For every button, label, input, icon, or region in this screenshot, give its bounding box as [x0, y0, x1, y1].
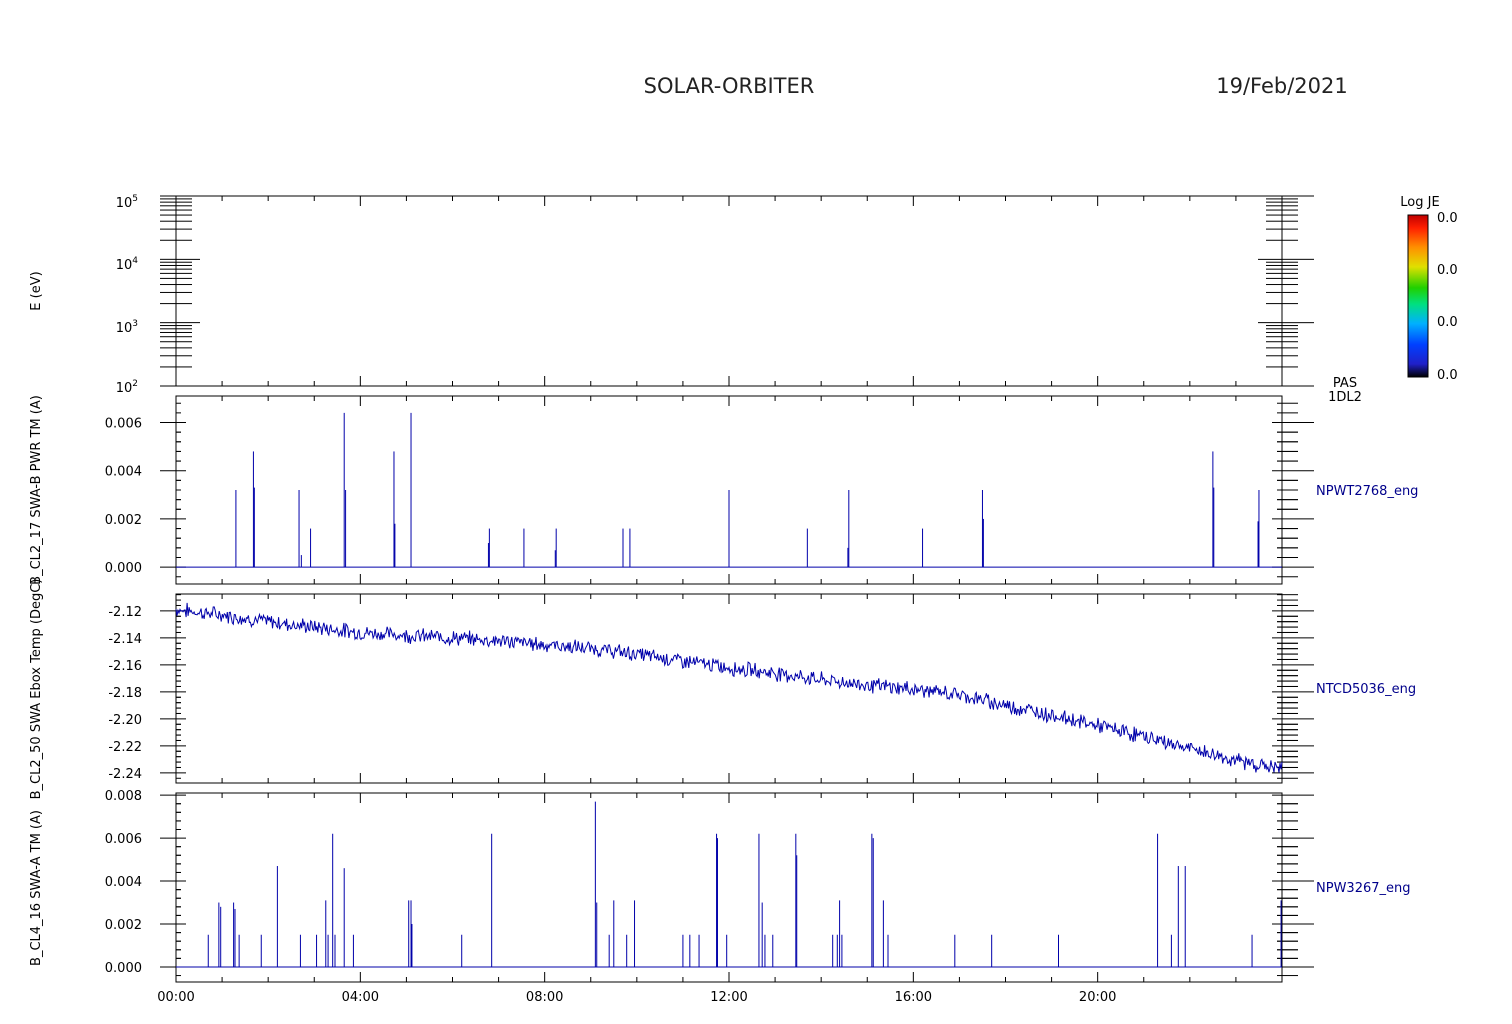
y-tick-label: -2.20: [108, 713, 142, 728]
y-tick-label: -2.16: [108, 659, 142, 674]
stacked-time-series-chart: SOLAR-ORBITER 19/Feb/2021 Log JE 0.0 0.0…: [29, 74, 1458, 1005]
x-tick-label: 20:00: [1079, 990, 1116, 1005]
y-tick-label: -2.22: [108, 740, 142, 755]
svg-text:102: 102: [116, 379, 138, 396]
colorbar-tick-label: 0.0: [1437, 368, 1458, 383]
panel-swa-b-pwr: B_CL2_17 SWA-B PWR TM (A) NPWT2768_eng 0…: [29, 395, 1418, 585]
svg-text:105: 105: [116, 194, 138, 211]
y-tick-label: 0.006: [105, 417, 142, 432]
y-axis-label: B_CL2_17 SWA-B PWR TM (A): [29, 395, 44, 585]
x-tick-label: 16:00: [895, 990, 932, 1005]
y-tick-label: -2.18: [108, 686, 142, 701]
y-tick-label: 0.004: [105, 465, 142, 480]
x-tick-label: 08:00: [526, 990, 563, 1005]
series-line-ebox-temp: [175, 602, 1283, 773]
y-tick-label: 103: [116, 319, 138, 336]
colorbar: Log JE 0.0 0.0 0.0 0.0: [1400, 195, 1457, 383]
y-tick-label: 0.000: [105, 561, 142, 576]
y-tick-label: 102: [116, 379, 138, 396]
y-tick-label: 0.006: [105, 832, 142, 847]
y-axis-label: E (eV): [29, 271, 44, 310]
panel-ebox-temp: B_CL2_50 SWA Ebox Temp (DegC) NTCD5036_e…: [29, 579, 1416, 800]
y-tick-label: -2.12: [108, 605, 142, 620]
svg-text:103: 103: [116, 319, 138, 336]
colorbar-tick-label: 0.0: [1437, 211, 1458, 226]
y-tick-label: 0.008: [105, 789, 142, 804]
x-tick-label: 12:00: [710, 990, 747, 1005]
panel-frame: [175, 792, 1283, 983]
chart-title: SOLAR-ORBITER: [644, 74, 815, 98]
x-tick-label: 00:00: [157, 990, 194, 1005]
svg-text:104: 104: [116, 256, 139, 273]
colorbar-tick-label: 0.0: [1437, 315, 1458, 330]
x-tick-label: 04:00: [342, 990, 379, 1005]
colorbar-tick-label: 0.0: [1437, 263, 1458, 278]
colorbar-gradient: [1407, 214, 1429, 378]
instrument-label: PAS: [1333, 376, 1357, 391]
panel-energy-spectrogram: E (eV) 105 104 103 102 PAS 1DL2: [29, 194, 1362, 405]
colorbar-title: Log JE: [1400, 195, 1439, 210]
series-label: NTCD5036_eng: [1316, 682, 1416, 697]
y-tick-label: -2.24: [108, 767, 142, 782]
chart-date: 19/Feb/2021: [1216, 74, 1348, 98]
y-tick-label: 0.004: [105, 875, 142, 890]
panel-swa-a-tm: B_CL4_16 SWA-A TM (A) NPW3267_eng 00:00 0…: [29, 789, 1411, 1005]
y-tick-label: 0.000: [105, 961, 142, 976]
y-tick-label: 104: [116, 256, 139, 273]
instrument-label: 1DL2: [1328, 390, 1362, 405]
panel-frame: [175, 195, 1283, 387]
y-axis-label: B_CL4_16 SWA-A TM (A): [29, 810, 44, 966]
series-label: NPWT2768_eng: [1316, 484, 1418, 499]
y-tick-label: -2.14: [108, 632, 142, 647]
y-tick-label: 0.002: [105, 513, 142, 528]
y-tick-label: 105: [116, 194, 138, 211]
y-axis-label: B_CL2_50 SWA Ebox Temp (DegC): [29, 579, 44, 800]
series-label: NPW3267_eng: [1316, 881, 1411, 896]
y-tick-label: 0.002: [105, 918, 142, 933]
panel-frame: [175, 593, 1283, 784]
